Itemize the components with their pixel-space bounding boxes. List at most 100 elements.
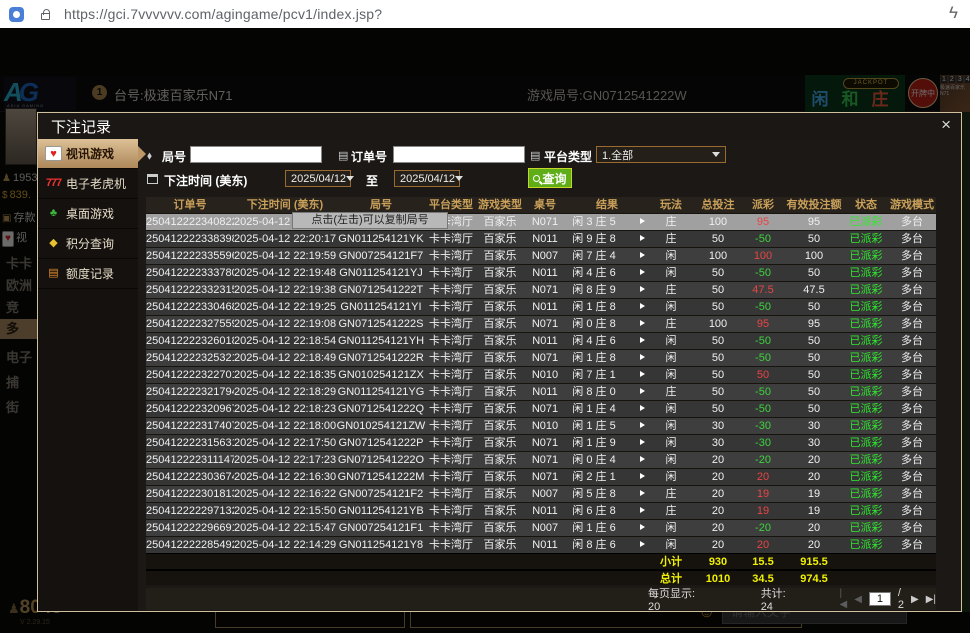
cell-round[interactable]: GN011254121YG [336,384,426,400]
table-row[interactable]: 2504122223156312025-04-12 22:17:50GN0712… [146,434,936,451]
platform-select[interactable]: 1.全部 [596,146,726,163]
table-row[interactable]: 2504122223355962025-04-12 22:19:59GN0072… [146,247,936,264]
last-page-button[interactable]: ▶| [926,594,936,605]
cell-round[interactable]: GN011254121YH [336,333,426,349]
table-row[interactable]: 2504122223260182025-04-12 22:18:54GN0112… [146,332,936,349]
cell-round[interactable]: GN0712541222O [336,452,426,468]
cell-time: 2025-04-12 22:18:29 [234,384,336,400]
cell-mode: 多台 [888,248,936,264]
col-header: 有效投注额 [784,197,844,213]
cell-replay [622,214,648,230]
per-page-label: 每页显示: 20 [648,585,699,613]
cell-round[interactable]: GN011254121Y8 [336,537,426,553]
sidebar-tab-2[interactable]: ♣桌面游戏 [38,199,138,229]
cell-valid: 50 [784,231,844,247]
url-text[interactable]: https://gci.7vvvvvv.com/agingame/pcv1/in… [64,6,382,22]
table-row[interactable]: 2504122223408222025-04-12 22:20:31GN0712… [146,213,936,230]
table-row[interactable]: 2504122223018132025-04-12 22:16:22GN0072… [146,485,936,502]
cell-time: 2025-04-12 22:15:50 [234,503,336,519]
extension-shield-icon[interactable] [9,7,24,22]
cell-round[interactable]: GN011254121YJ [336,265,426,281]
cell-bet: 50 [694,367,742,383]
cell-round[interactable]: GN011254121YI [336,299,426,315]
table-row[interactable]: 2504122223337802025-04-12 22:19:48GN0112… [146,264,936,281]
cell-result: 闲 8 庄 6 [566,537,622,553]
table-row[interactable]: 2504122223111472025-04-12 22:17:23GN0712… [146,451,936,468]
table-row[interactable]: 2504122223209672025-04-12 22:18:23GN0712… [146,400,936,417]
cell-game: 百家乐 [476,231,524,247]
cell-round[interactable]: GN007254121F1 [336,520,426,536]
cell-round[interactable]: GN011254121YB [336,503,426,519]
table-row[interactable]: 2504122223253212025-04-12 22:18:49GN0712… [146,349,936,366]
cell-payout: -50 [742,299,784,315]
modal-titlebar: 下注记录 × [38,113,961,139]
next-page-button[interactable]: ▶ [911,594,919,605]
search-button[interactable]: 查询 [528,168,572,188]
cell-replay [622,401,648,417]
table-row[interactable]: 2504122223304682025-04-12 22:19:25GN0112… [146,298,936,315]
cell-round[interactable]: GN010254121ZW [336,418,426,434]
prev-page-button[interactable]: ◀ [854,594,862,605]
sidebar-tab-4[interactable]: ▤额度记录 [38,259,138,289]
cell-bet: 20 [694,452,742,468]
cell-order: 250412222325321 [146,350,234,366]
browser-address-bar: https://gci.7vvvvvv.com/agingame/pcv1/in… [0,0,970,28]
sidebar-tab-0[interactable]: ♥视讯游戏 [38,139,138,169]
cell-playtype: 闲 [648,350,694,366]
date-from-select[interactable]: 2025/04/12 [285,170,351,187]
cell-playtype: 庄 [648,231,694,247]
cell-round[interactable]: GN0712541222P [336,435,426,451]
cell-table: N011 [524,231,566,247]
cell-round[interactable]: GN0712541222M [336,469,426,485]
table-row[interactable]: 2504122223275592025-04-12 22:19:08GN0712… [146,315,936,332]
cell-status: 已派彩 [844,435,888,451]
table-row[interactable]: 2504122222966912025-04-12 22:15:47GN0072… [146,519,936,536]
table-row[interactable]: 2504122222854922025-04-12 22:14:29GN0112… [146,536,936,553]
table-row[interactable]: 2504122223174072025-04-12 22:18:00GN0102… [146,417,936,434]
first-page-button[interactable]: |◀ [840,588,848,610]
cell-round[interactable]: GN0712541222R [336,350,426,366]
cell-order: 250412222311147 [146,452,234,468]
sidebar-tab-3[interactable]: ◆积分查询 [38,229,138,259]
round-filter-label: 局号 [162,148,186,165]
cell-order: 250412222297132 [146,503,234,519]
table-row[interactable]: 2504122222971322025-04-12 22:15:50GN0112… [146,502,936,519]
col-header: 游戏类型 [476,197,524,213]
round-filter-input[interactable] [190,146,322,163]
cell-round[interactable]: GN007254121F2 [336,486,426,502]
pagination-bar: 每页显示: 20 共计: 24 |◀ ◀ / 2 ▶ ▶| [146,588,936,610]
ssl-lock-icon[interactable] [41,13,50,20]
cell-valid: 20 [784,520,844,536]
lightning-icon[interactable]: ϟ [949,3,958,23]
cell-round[interactable]: GN011254121YK [336,231,426,247]
cell-round[interactable]: GN010254121ZX [336,367,426,383]
cell-round[interactable]: GN0712541222T [336,282,426,298]
cell-table: N010 [524,367,566,383]
order-filter-input[interactable] [393,146,525,163]
table-row[interactable]: 2504122223036742025-04-12 22:16:30GN0712… [146,468,936,485]
cell-order: 250412222296691 [146,520,234,536]
page-input[interactable] [869,592,891,606]
cell-round[interactable]: GN0712541222Q [336,401,426,417]
cell-playtype: 庄 [648,503,694,519]
cell-table: N071 [524,316,566,332]
cell-result: 闲 1 庄 8 [566,350,622,366]
cell-replay [622,418,648,434]
cell-playtype: 庄 [648,316,694,332]
date-to-select[interactable]: 2025/04/12 [394,170,460,187]
cell-time: 2025-04-12 22:19:38 [234,282,336,298]
table-row[interactable]: 2504122223323152025-04-12 22:19:38GN0712… [146,281,936,298]
cell-mode: 多台 [888,537,936,553]
cell-platform: 卡卡湾厅 [426,469,476,485]
cell-platform: 卡卡湾厅 [426,231,476,247]
close-icon[interactable]: × [941,116,951,133]
tag-icon: ⬧ [147,148,155,163]
table-row[interactable]: 2504122223227012025-04-12 22:18:35GN0102… [146,366,936,383]
sidebar-tab-1[interactable]: 777电子老虎机 [38,169,138,199]
table-row[interactable]: 2504122223383982025-04-12 22:20:17GN0112… [146,230,936,247]
cell-order: 250412222303674 [146,469,234,485]
col-header: 结果 [566,197,648,213]
cell-round[interactable]: GN007254121F7 [336,248,426,264]
cell-round[interactable]: GN0712541222S [336,316,426,332]
table-row[interactable]: 2504122223217942025-04-12 22:18:29GN0112… [146,383,936,400]
